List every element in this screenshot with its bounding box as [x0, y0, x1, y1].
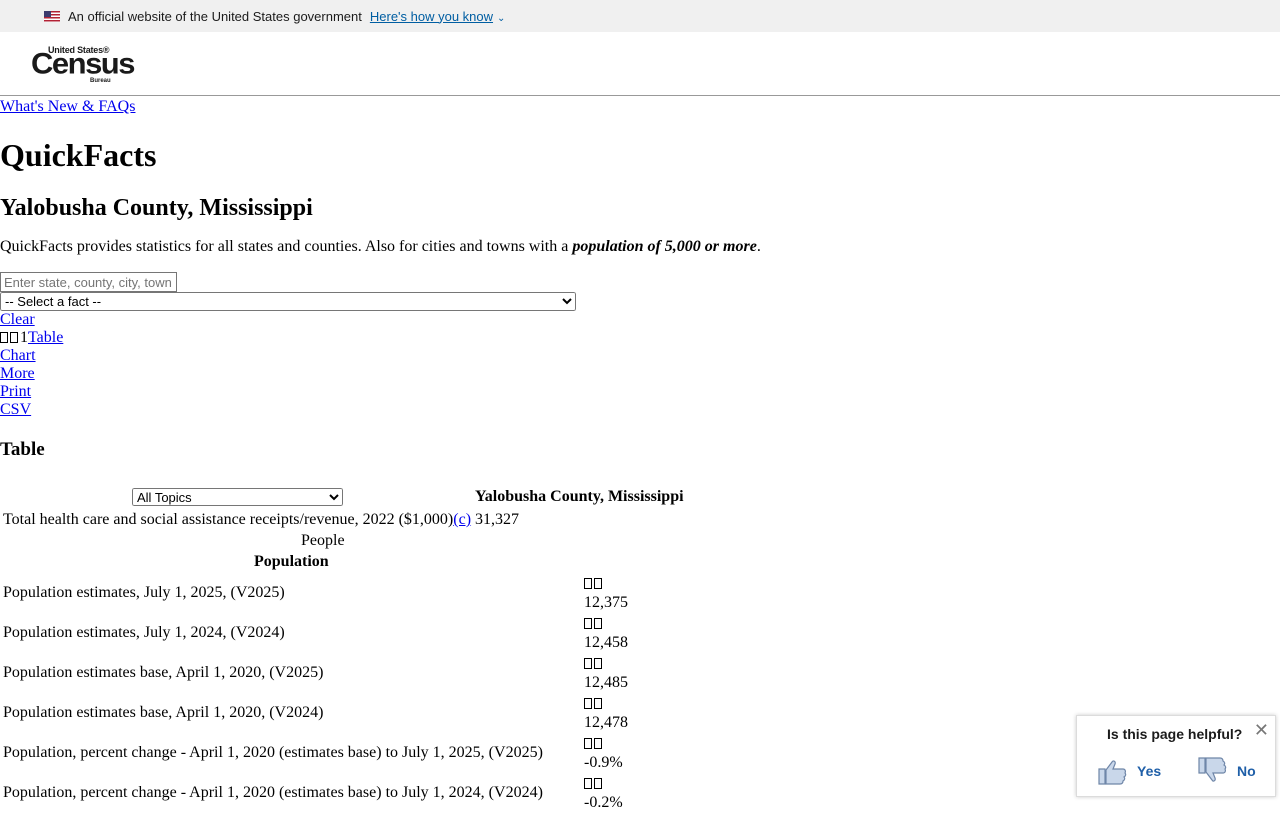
more-link[interactable]: More — [0, 365, 1280, 383]
row-label: Population, percent change - April 1, 20… — [3, 784, 543, 801]
missing-glyph-icon — [594, 618, 602, 629]
row-value: 12,478 — [584, 694, 628, 732]
close-icon[interactable]: ✕ — [1254, 720, 1269, 741]
missing-glyph-icon — [584, 658, 592, 669]
thumbs-up-icon — [1098, 760, 1127, 785]
missing-glyph-icon — [594, 578, 602, 589]
missing-glyph-icon — [594, 738, 602, 749]
row-value: 12,375 — [584, 574, 628, 612]
csv-link[interactable]: CSV — [0, 401, 1280, 419]
row-label: Population, percent change - April 1, 20… — [3, 744, 543, 761]
table-row: Population, percent change - April 1, 20… — [0, 734, 700, 774]
missing-glyph-icon — [584, 778, 592, 789]
missing-glyph-icon — [594, 778, 602, 789]
thumbs-down-icon — [1198, 757, 1227, 782]
feedback-question: Is this page helpful? — [1107, 726, 1243, 742]
page-title: QuickFacts — [0, 137, 157, 173]
row-value: -0.2% — [584, 774, 623, 812]
site-header: United States® Census Bureau — [0, 32, 1280, 96]
missing-glyph-icon — [584, 738, 592, 749]
table-heading: Table — [0, 439, 45, 460]
feedback-no-label: No — [1237, 763, 1256, 779]
feedback-yes-button[interactable]: Yes — [1097, 756, 1161, 786]
receipts-row-label: Total health care and social assistance … — [3, 511, 472, 528]
page-description: QuickFacts provides statistics for all s… — [0, 238, 761, 255]
gov-banner-text: An official website of the United States… — [68, 8, 362, 24]
table-link[interactable]: Table — [28, 329, 63, 346]
receipts-note-link[interactable]: (c) — [453, 511, 471, 528]
gov-banner: An official website of the United States… — [0, 0, 1280, 32]
column-header: Yalobusha County, Mississippi — [475, 488, 684, 505]
chevron-down-icon: ⌄ — [497, 12, 506, 24]
fact-select[interactable]: -- Select a fact -- — [0, 292, 576, 311]
location-title: Yalobusha County, Mississippi — [0, 195, 313, 221]
table-link-row: 1Table — [0, 329, 1280, 347]
action-links: Clear 1Table Chart More Print CSV — [0, 311, 1280, 419]
clear-link[interactable]: Clear — [0, 311, 1280, 329]
row-label: Population estimates base, April 1, 2020… — [3, 704, 324, 721]
section-people: People — [301, 532, 345, 549]
heres-how-you-know-link[interactable]: Here's how you know ⌄ — [370, 9, 506, 24]
us-flag-icon — [44, 10, 60, 22]
census-logo[interactable]: United States® Census Bureau — [31, 45, 135, 85]
row-value: 12,458 — [584, 614, 628, 652]
table-row: Population estimates, July 1, 2025, (V20… — [0, 574, 700, 614]
missing-glyph-icon — [594, 658, 602, 669]
feedback-yes-label: Yes — [1137, 763, 1162, 779]
row-value: -0.9% — [584, 734, 623, 772]
row-value: 12,485 — [584, 654, 628, 692]
subsection-population: Population — [254, 553, 329, 570]
table-row: Population estimates base, April 1, 2020… — [0, 654, 700, 694]
row-label: Population estimates, July 1, 2024, (V20… — [3, 624, 285, 641]
missing-glyph-icon — [594, 698, 602, 709]
missing-glyph-icon — [584, 578, 592, 589]
whats-new-link[interactable]: What's New & FAQs — [0, 98, 1280, 116]
population-rows: Population estimates, July 1, 2025, (V20… — [0, 574, 700, 814]
feedback-no-button[interactable]: No — [1197, 756, 1256, 786]
topics-select[interactable]: All Topics — [132, 488, 343, 506]
desc-emphasis: population of 5,000 or more — [572, 238, 757, 255]
table-row: Population estimates, July 1, 2024, (V20… — [0, 614, 700, 654]
table-row: Population estimates base, April 1, 2020… — [0, 694, 700, 734]
missing-glyph-icon — [584, 618, 592, 629]
row-label: Population estimates base, April 1, 2020… — [3, 664, 324, 681]
chart-link[interactable]: Chart — [0, 347, 1280, 365]
search-input[interactable] — [0, 272, 177, 292]
table-row: Population, percent change - April 1, 20… — [0, 774, 700, 814]
print-link[interactable]: Print — [0, 383, 1280, 401]
missing-glyph-icon — [10, 332, 18, 343]
missing-glyph-icon — [0, 332, 8, 343]
receipts-row-value: 31,327 — [475, 511, 519, 528]
missing-glyph-icon — [584, 698, 592, 709]
row-label: Population estimates, July 1, 2025, (V20… — [3, 584, 285, 601]
feedback-widget: Is this page helpful? ✕ Yes No — [1076, 715, 1276, 797]
